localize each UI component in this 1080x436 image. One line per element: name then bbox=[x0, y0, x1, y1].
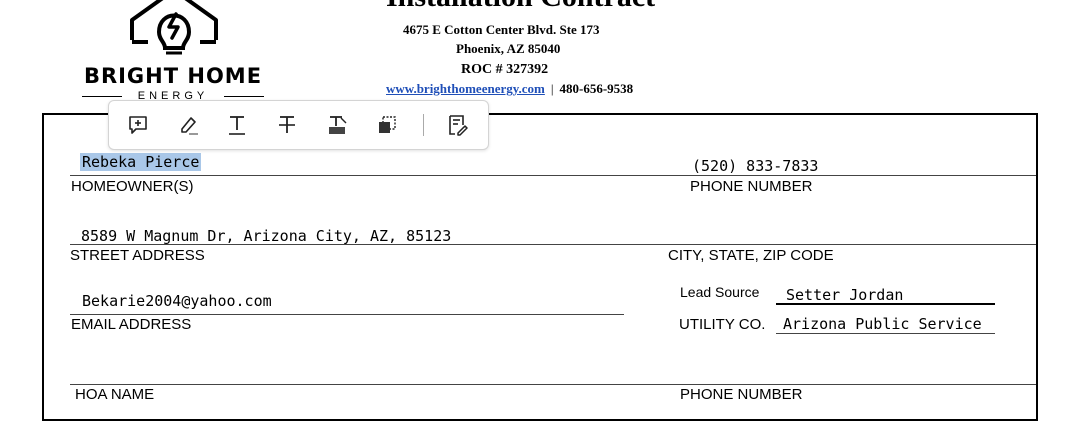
row4-underline bbox=[70, 384, 1036, 385]
city-state-zip-label: CITY, STATE, ZIP CODE bbox=[668, 247, 834, 264]
email-underline bbox=[70, 314, 624, 315]
lead-source-label: Lead Source bbox=[680, 284, 760, 300]
homeowner-label: HOMEOWNER(S) bbox=[71, 178, 194, 195]
company-address-line1: 4675 E Cotton Center Blvd. Ste 173 bbox=[403, 22, 600, 37]
utility-company-label: UTILITY CO. bbox=[679, 316, 766, 333]
hoa-name-label: HOA NAME bbox=[75, 386, 155, 403]
phone-number-value[interactable]: (520) 833-7833 bbox=[692, 157, 818, 175]
email-address-value[interactable]: Bekarie2004@yahoo.com bbox=[82, 292, 272, 310]
lead-source-underline bbox=[776, 303, 995, 305]
logo-name: BRIGHT HOME bbox=[83, 64, 263, 88]
highlight-icon[interactable] bbox=[176, 113, 200, 137]
logo-subtitle: ENERGY bbox=[137, 90, 209, 99]
add-text-icon[interactable] bbox=[225, 113, 249, 137]
document-title: Installation Contract bbox=[386, 0, 655, 12]
street-address-label: STREET ADDRESS bbox=[70, 247, 205, 264]
homeowner-value[interactable]: Rebeka Pierce bbox=[80, 153, 202, 171]
contact-row: www.brighthomeenergy.com | 480-656-9538 bbox=[386, 81, 633, 97]
strikethrough-icon[interactable] bbox=[275, 113, 299, 137]
company-phone: 480-656-9538 bbox=[559, 81, 634, 96]
logo-subtitle-wrap: ENERGY bbox=[80, 89, 266, 99]
logo-rule-right bbox=[224, 96, 264, 97]
selected-text-highlight[interactable]: Rebeka Pierce bbox=[80, 153, 202, 171]
website-link[interactable]: www.brighthomeenergy.com bbox=[386, 81, 545, 96]
logo-house-bulb-icon bbox=[128, 0, 220, 56]
utility-underline bbox=[776, 333, 995, 334]
hoa-phone-number-label: PHONE NUMBER bbox=[680, 386, 803, 403]
row2-underline bbox=[70, 244, 1036, 245]
email-address-label: EMAIL ADDRESS bbox=[71, 316, 192, 333]
replace-text-icon[interactable] bbox=[325, 113, 349, 137]
company-address-line2: Phoenix, AZ 85040 bbox=[456, 41, 561, 56]
row1-underline bbox=[70, 175, 1036, 176]
lead-source-value[interactable]: Setter Jordan bbox=[786, 286, 903, 304]
toolbar-separator bbox=[423, 114, 424, 136]
copy-icon[interactable] bbox=[375, 113, 399, 137]
street-address-value[interactable]: 8589 W Magnum Dr, Arizona City, AZ, 8512… bbox=[81, 227, 451, 245]
summarize-edit-icon[interactable] bbox=[445, 113, 469, 137]
roc-number: ROC # 327392 bbox=[461, 62, 549, 77]
utility-company-value[interactable]: Arizona Public Service bbox=[783, 315, 982, 333]
phone-number-label: PHONE NUMBER bbox=[690, 178, 813, 195]
annotation-toolbar bbox=[108, 100, 489, 150]
add-comment-icon[interactable] bbox=[126, 113, 150, 137]
contact-separator: | bbox=[550, 81, 554, 96]
